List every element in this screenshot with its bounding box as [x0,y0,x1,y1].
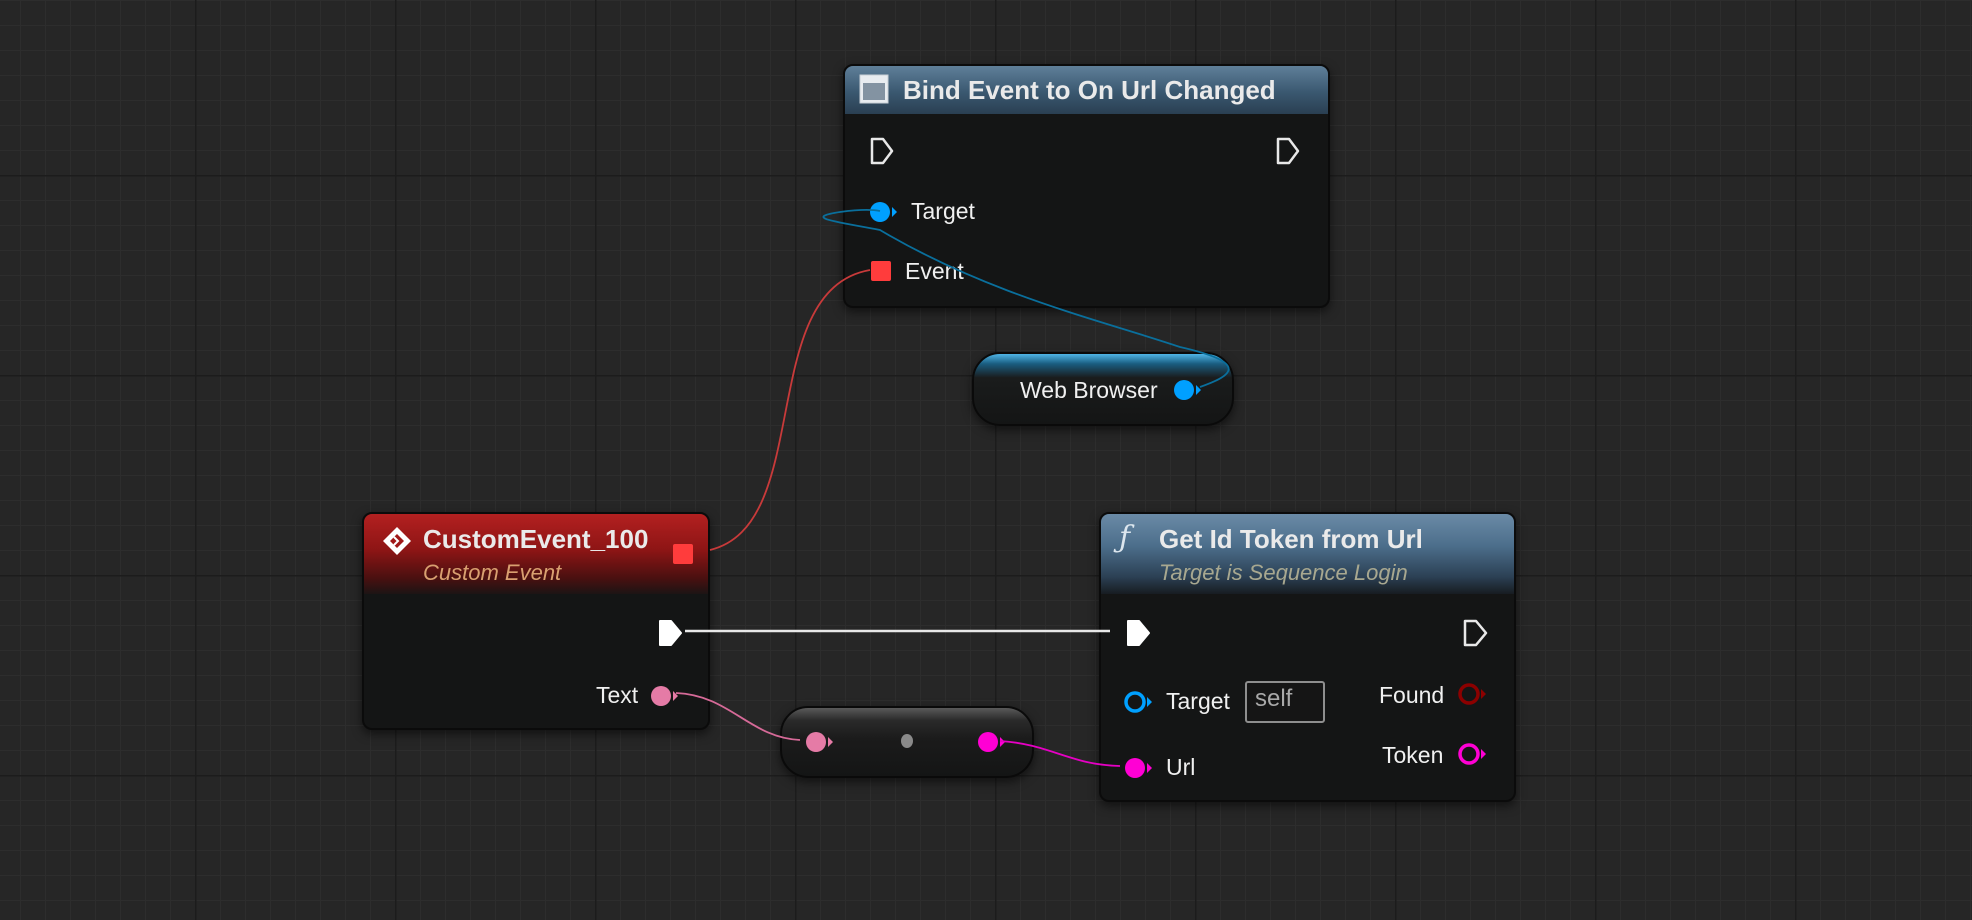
get-id-token-node[interactable]: ƒ Get Id Token from Url Target is Sequen… [1099,512,1516,802]
target-object-pin[interactable] [869,200,899,224]
text-pin-label: Text [596,682,639,708]
bind-event-node[interactable]: Bind Event to On Url Changed Target Even… [843,64,1330,308]
custom-event-header: CustomEvent_100 Custom Event [364,514,708,594]
target-default-self-field[interactable]: self [1245,681,1325,723]
get-id-token-header: ƒ Get Id Token from Url Target is Sequen… [1101,514,1514,594]
custom-event-node[interactable]: CustomEvent_100 Custom Event Text [362,512,710,730]
target-pin-label: Target [911,198,975,224]
target-object-pin[interactable] [1123,689,1155,715]
custom-event-title: CustomEvent_100 [423,524,649,554]
text-output-pin[interactable] [650,684,680,708]
conversion-output-pin[interactable] [976,730,1008,754]
token-pin-label: Token [1382,742,1444,768]
bind-event-header: Bind Event to On Url Changed [845,66,1328,114]
found-pin-label: Found [1379,682,1445,708]
web-browser-label: Web Browser [1020,377,1158,403]
event-pin-label: Event [905,258,964,284]
exec-in-pin[interactable] [869,136,895,166]
event-delegate-pin[interactable] [871,261,891,281]
exec-in-pin[interactable] [1125,618,1153,648]
exec-out-pin[interactable] [1462,618,1490,648]
widget-icon [859,74,889,104]
delegate-wire[interactable] [709,269,871,551]
token-string-pin[interactable] [1457,741,1489,767]
exec-out-pin[interactable] [657,618,685,648]
conversion-dot-icon [901,734,913,748]
target-pin-label: Target [1166,688,1230,714]
function-icon: ƒ [1119,520,1131,555]
custom-event-subtitle: Custom Event [423,560,562,585]
text-to-string-conversion-node[interactable] [780,706,1034,778]
bind-event-title: Bind Event to On Url Changed [903,75,1276,105]
conversion-input-pin[interactable] [804,730,836,754]
found-bool-pin[interactable] [1457,681,1489,707]
event-diamond-icon [383,527,411,555]
delegate-output-pin[interactable] [673,544,693,564]
url-string-pin[interactable] [1123,755,1155,781]
get-id-token-subtitle: Target is Sequence Login [1159,560,1408,585]
url-pin-label: Url [1166,754,1196,780]
web-browser-output-pin[interactable] [1172,378,1204,402]
web-browser-variable-node[interactable]: Web Browser [972,352,1234,426]
exec-out-pin[interactable] [1275,136,1301,166]
get-id-token-title: Get Id Token from Url [1159,524,1423,554]
